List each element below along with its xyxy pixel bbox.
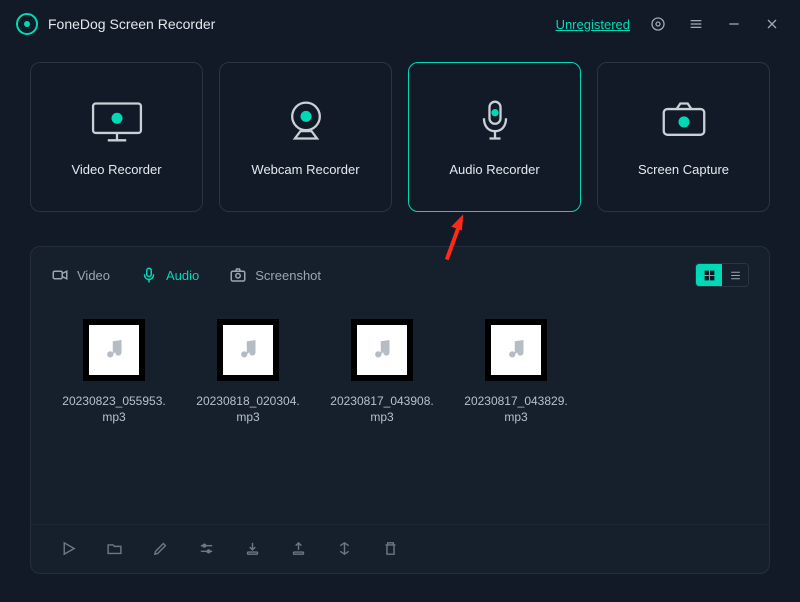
tab-video[interactable]: Video bbox=[51, 266, 110, 284]
gear-icon bbox=[650, 16, 666, 32]
trash-icon bbox=[382, 540, 399, 557]
close-button[interactable] bbox=[758, 10, 786, 38]
tab-label: Audio bbox=[166, 268, 199, 283]
tab-screenshot[interactable]: Screenshot bbox=[229, 266, 321, 284]
file-item[interactable]: 20230818_020304.mp3 bbox=[195, 319, 301, 425]
mode-label: Screen Capture bbox=[638, 162, 729, 177]
upload-icon bbox=[290, 540, 307, 557]
settings-button[interactable] bbox=[644, 10, 672, 38]
mode-video-recorder[interactable]: Video Recorder bbox=[30, 62, 203, 212]
mode-selector: Video Recorder Webcam Recorder Audio Rec… bbox=[0, 44, 800, 212]
minimize-button[interactable] bbox=[720, 10, 748, 38]
mic-icon bbox=[140, 266, 158, 284]
mode-screen-capture[interactable]: Screen Capture bbox=[597, 62, 770, 212]
view-toggle bbox=[695, 263, 749, 287]
camera-icon bbox=[654, 98, 714, 144]
file-thumbnail bbox=[83, 319, 145, 381]
camera-small-icon bbox=[229, 266, 247, 284]
delete-button[interactable] bbox=[379, 537, 401, 559]
convert-icon bbox=[336, 540, 353, 557]
view-list-button[interactable] bbox=[722, 264, 748, 286]
export-button[interactable] bbox=[287, 537, 309, 559]
file-thumbnail bbox=[485, 319, 547, 381]
close-icon bbox=[764, 16, 780, 32]
play-icon bbox=[60, 540, 77, 557]
music-note-icon bbox=[357, 325, 407, 375]
file-thumbnail bbox=[217, 319, 279, 381]
file-item[interactable]: 20230817_043908.mp3 bbox=[329, 319, 435, 425]
file-name: 20230818_020304.mp3 bbox=[195, 393, 301, 425]
registration-status-link[interactable]: Unregistered bbox=[556, 17, 630, 32]
app-logo-icon bbox=[16, 13, 38, 35]
play-button[interactable] bbox=[57, 537, 79, 559]
minimize-icon bbox=[726, 16, 742, 32]
music-note-icon bbox=[89, 325, 139, 375]
file-toolbar bbox=[31, 524, 769, 573]
file-item[interactable]: 20230817_043829.mp3 bbox=[463, 319, 569, 425]
hamburger-icon bbox=[688, 16, 704, 32]
mode-audio-recorder[interactable]: Audio Recorder bbox=[408, 62, 581, 212]
music-note-icon bbox=[491, 325, 541, 375]
monitor-icon bbox=[87, 98, 147, 144]
app-title: FoneDog Screen Recorder bbox=[48, 16, 215, 32]
sliders-icon bbox=[198, 540, 215, 557]
mode-label: Video Recorder bbox=[71, 162, 161, 177]
import-button[interactable] bbox=[241, 537, 263, 559]
mode-label: Webcam Recorder bbox=[251, 162, 359, 177]
edit-button[interactable] bbox=[149, 537, 171, 559]
mode-webcam-recorder[interactable]: Webcam Recorder bbox=[219, 62, 392, 212]
music-note-icon bbox=[223, 325, 273, 375]
video-icon bbox=[51, 266, 69, 284]
adjust-button[interactable] bbox=[195, 537, 217, 559]
file-item[interactable]: 20230823_055953.mp3 bbox=[61, 319, 167, 425]
tab-label: Screenshot bbox=[255, 268, 321, 283]
tab-label: Video bbox=[77, 268, 110, 283]
tab-audio[interactable]: Audio bbox=[140, 266, 199, 284]
file-grid: 20230823_055953.mp3 20230818_020304.mp3 20… bbox=[31, 297, 769, 524]
file-name: 20230817_043908.mp3 bbox=[329, 393, 435, 425]
webcam-icon bbox=[276, 98, 336, 144]
menu-button[interactable] bbox=[682, 10, 710, 38]
folder-icon bbox=[106, 540, 123, 557]
list-icon bbox=[729, 269, 742, 282]
file-thumbnail bbox=[351, 319, 413, 381]
recordings-panel: Video Audio Screenshot 20230823_055953.m… bbox=[30, 246, 770, 574]
convert-button[interactable] bbox=[333, 537, 355, 559]
download-icon bbox=[244, 540, 261, 557]
file-name: 20230823_055953.mp3 bbox=[61, 393, 167, 425]
view-grid-button[interactable] bbox=[696, 264, 722, 286]
file-name: 20230817_043829.mp3 bbox=[463, 393, 569, 425]
pencil-icon bbox=[152, 540, 169, 557]
mode-label: Audio Recorder bbox=[449, 162, 539, 177]
open-folder-button[interactable] bbox=[103, 537, 125, 559]
microphone-icon bbox=[465, 98, 525, 144]
grid-icon bbox=[703, 269, 716, 282]
titlebar: FoneDog Screen Recorder Unregistered bbox=[0, 0, 800, 44]
panel-tabs: Video Audio Screenshot bbox=[31, 259, 769, 297]
